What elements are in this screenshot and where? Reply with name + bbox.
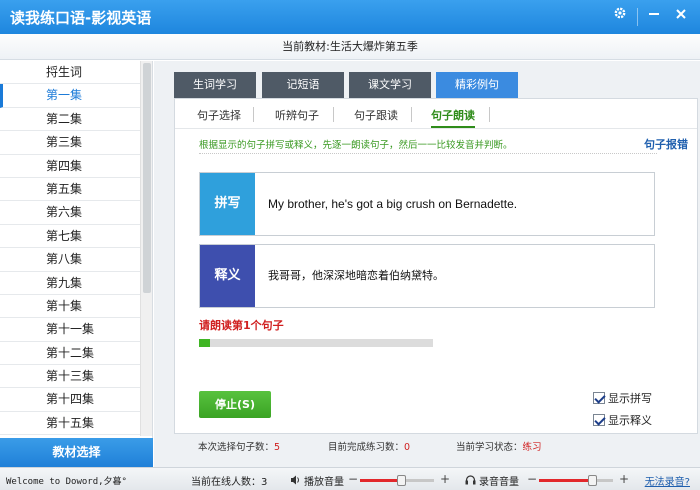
sidebar-item-episode[interactable]: 第八集 [0,248,140,272]
sidebar-item-episode[interactable]: 第十五集 [0,412,140,436]
play-volume: 播放音量 [290,473,344,488]
cannot-record-link[interactable]: 无法录音? [645,473,690,488]
sidebar-item-episode[interactable]: 第一集 [0,84,140,108]
episode-list: 捋生词 第一集 第二集 第三集 第四集 第五集 第六集 第七集 第八集 第九集 第十集 第十一集 第十二… [0,61,140,436]
read-prompt: 请朗读第1个句子 [199,319,284,332]
title-bar: 读我练口语-影视英语 [0,0,700,34]
welcome-text: Welcome to Doword,夕暮° [6,477,127,487]
selected-count-value: 5 [274,442,281,453]
tab-sentences[interactable]: 精彩例句 [436,72,518,98]
sidebar-item-episode[interactable]: 第九集 [0,272,140,295]
dotted-divider [199,153,657,154]
sidebar-item-episode[interactable]: 第六集 [0,201,140,225]
sidebar-item-episode[interactable]: 第十集 [0,295,140,319]
play-volume-fill [360,479,401,482]
tab-text[interactable]: 课文学习 [349,72,431,98]
record-volume-knob[interactable] [588,475,598,486]
subtab-separator [489,107,490,122]
done-count-label: 目前完成练习数： [328,442,405,453]
subtab-follow[interactable]: 句子跟读 [354,107,398,123]
play-volume-increase[interactable]: + [440,472,450,486]
online-count: 当前在线人数：3 [191,477,268,488]
app-title: 读我练口语-影视英语 [10,9,152,27]
done-count: 目前完成练习数：0 [328,439,410,453]
show-meaning-label: 显示释义 [608,414,652,427]
spelling-card: 拼写 My brother, he's got a big crush on B… [199,172,655,236]
sidebar-item-new-words[interactable]: 捋生词 [0,61,140,85]
status-bar: Welcome to Doword,夕暮° 当前在线人数：3 播放音量 − + … [0,467,700,490]
content-area: 生词学习 记短语 课文学习 精彩例句 句子选择 听辨句子 句子跟读 句子朗读 根… [154,61,700,467]
show-meaning-checkbox[interactable]: 显示释义 [593,412,652,428]
record-volume-fill [539,479,593,482]
reading-progress-bar [199,339,433,347]
sentence-panel: 句子选择 听辨句子 句子跟读 句子朗读 根据显示的句子拼写或释义，先逐一朗读句子… [174,98,698,434]
subtab-read-aloud[interactable]: 句子朗读 [431,107,475,128]
scrollbar-thumb[interactable] [143,63,151,293]
sidebar-item-episode[interactable]: 第七集 [0,225,140,249]
spelling-tag: 拼写 [200,173,255,235]
subtab-separator [253,107,254,122]
report-error-link[interactable]: 句子报错 [644,136,688,152]
spelling-text: My brother, he's got a big crush on Bern… [268,197,518,211]
show-spelling-checkbox[interactable]: 显示拼写 [593,390,652,406]
sidebar-item-episode[interactable]: 第十一集 [0,318,140,342]
done-count-value: 0 [404,442,411,453]
sidebar-item-episode[interactable]: 第二集 [0,108,140,132]
progress-fill [199,339,210,347]
sidebar-item-episode[interactable]: 第五集 [0,178,140,202]
record-volume-label: 录音音量 [479,477,519,488]
subtab-select[interactable]: 句子选择 [197,107,241,123]
sidebar-item-episode[interactable]: 第十四集 [0,388,140,412]
select-textbook-button[interactable]: 教材选择 [0,438,153,467]
checkbox-checked[interactable] [593,392,605,404]
play-volume-label: 播放音量 [304,477,344,488]
meaning-text: 我哥哥，他深深地暗恋着伯纳黛特。 [268,269,444,282]
subtab-separator [333,107,334,122]
current-textbook: 当前教材:生活大爆炸第五季 [0,34,700,60]
sidebar-item-episode[interactable]: 第十三集 [0,365,140,389]
tab-phrases[interactable]: 记短语 [262,72,344,98]
selected-count: 本次选择句子数：5 [198,439,280,453]
learning-state-value: 练习 [522,442,542,453]
record-volume-decrease[interactable]: − [527,472,537,486]
record-volume: 录音音量 [465,473,519,488]
sidebar-item-episode[interactable]: 第四集 [0,155,140,178]
play-volume-slider[interactable] [360,475,434,486]
title-separator [637,8,638,26]
checkbox-checked[interactable] [593,414,605,426]
episode-sidebar: 捋生词 第一集 第二集 第三集 第四集 第五集 第六集 第七集 第八集 第九集 第十集 第十一集 第十二… [0,61,153,467]
subtab-listen[interactable]: 听辨句子 [275,107,319,123]
tab-vocabulary[interactable]: 生词学习 [174,72,256,98]
selected-count-label: 本次选择句子数： [198,442,275,453]
stop-button[interactable]: 停止(S) [199,391,271,418]
meaning-card: 释义 我哥哥，他深深地暗恋着伯纳黛特。 [199,244,655,308]
sidebar-scrollbar[interactable] [140,61,152,436]
learning-state: 当前学习状态：练习 [456,439,542,453]
headset-icon [465,475,476,488]
learning-state-label: 当前学习状态： [456,442,523,453]
sidebar-item-episode[interactable]: 第三集 [0,131,140,155]
gear-icon[interactable] [609,6,631,28]
instruction-hint: 根据显示的句子拼写或释义，先逐一朗读句子，然后一一比较发音并判断。 [199,140,513,151]
close-icon[interactable] [670,6,692,28]
record-volume-slider[interactable] [539,475,613,486]
speaker-icon [290,475,301,488]
sidebar-item-episode[interactable]: 第十二集 [0,342,140,366]
play-volume-decrease[interactable]: − [348,472,358,486]
sub-tabs: 句子选择 听辨句子 句子跟读 句子朗读 [175,99,697,129]
record-volume-increase[interactable]: + [619,472,629,486]
minimize-icon[interactable] [643,6,665,28]
practice-stats: 本次选择句子数：5 目前完成练习数：0 当前学习状态：练习 [174,434,698,456]
show-spelling-label: 显示拼写 [608,392,652,405]
subtab-separator [411,107,412,122]
meaning-tag: 释义 [200,245,255,307]
play-volume-knob[interactable] [396,475,406,486]
